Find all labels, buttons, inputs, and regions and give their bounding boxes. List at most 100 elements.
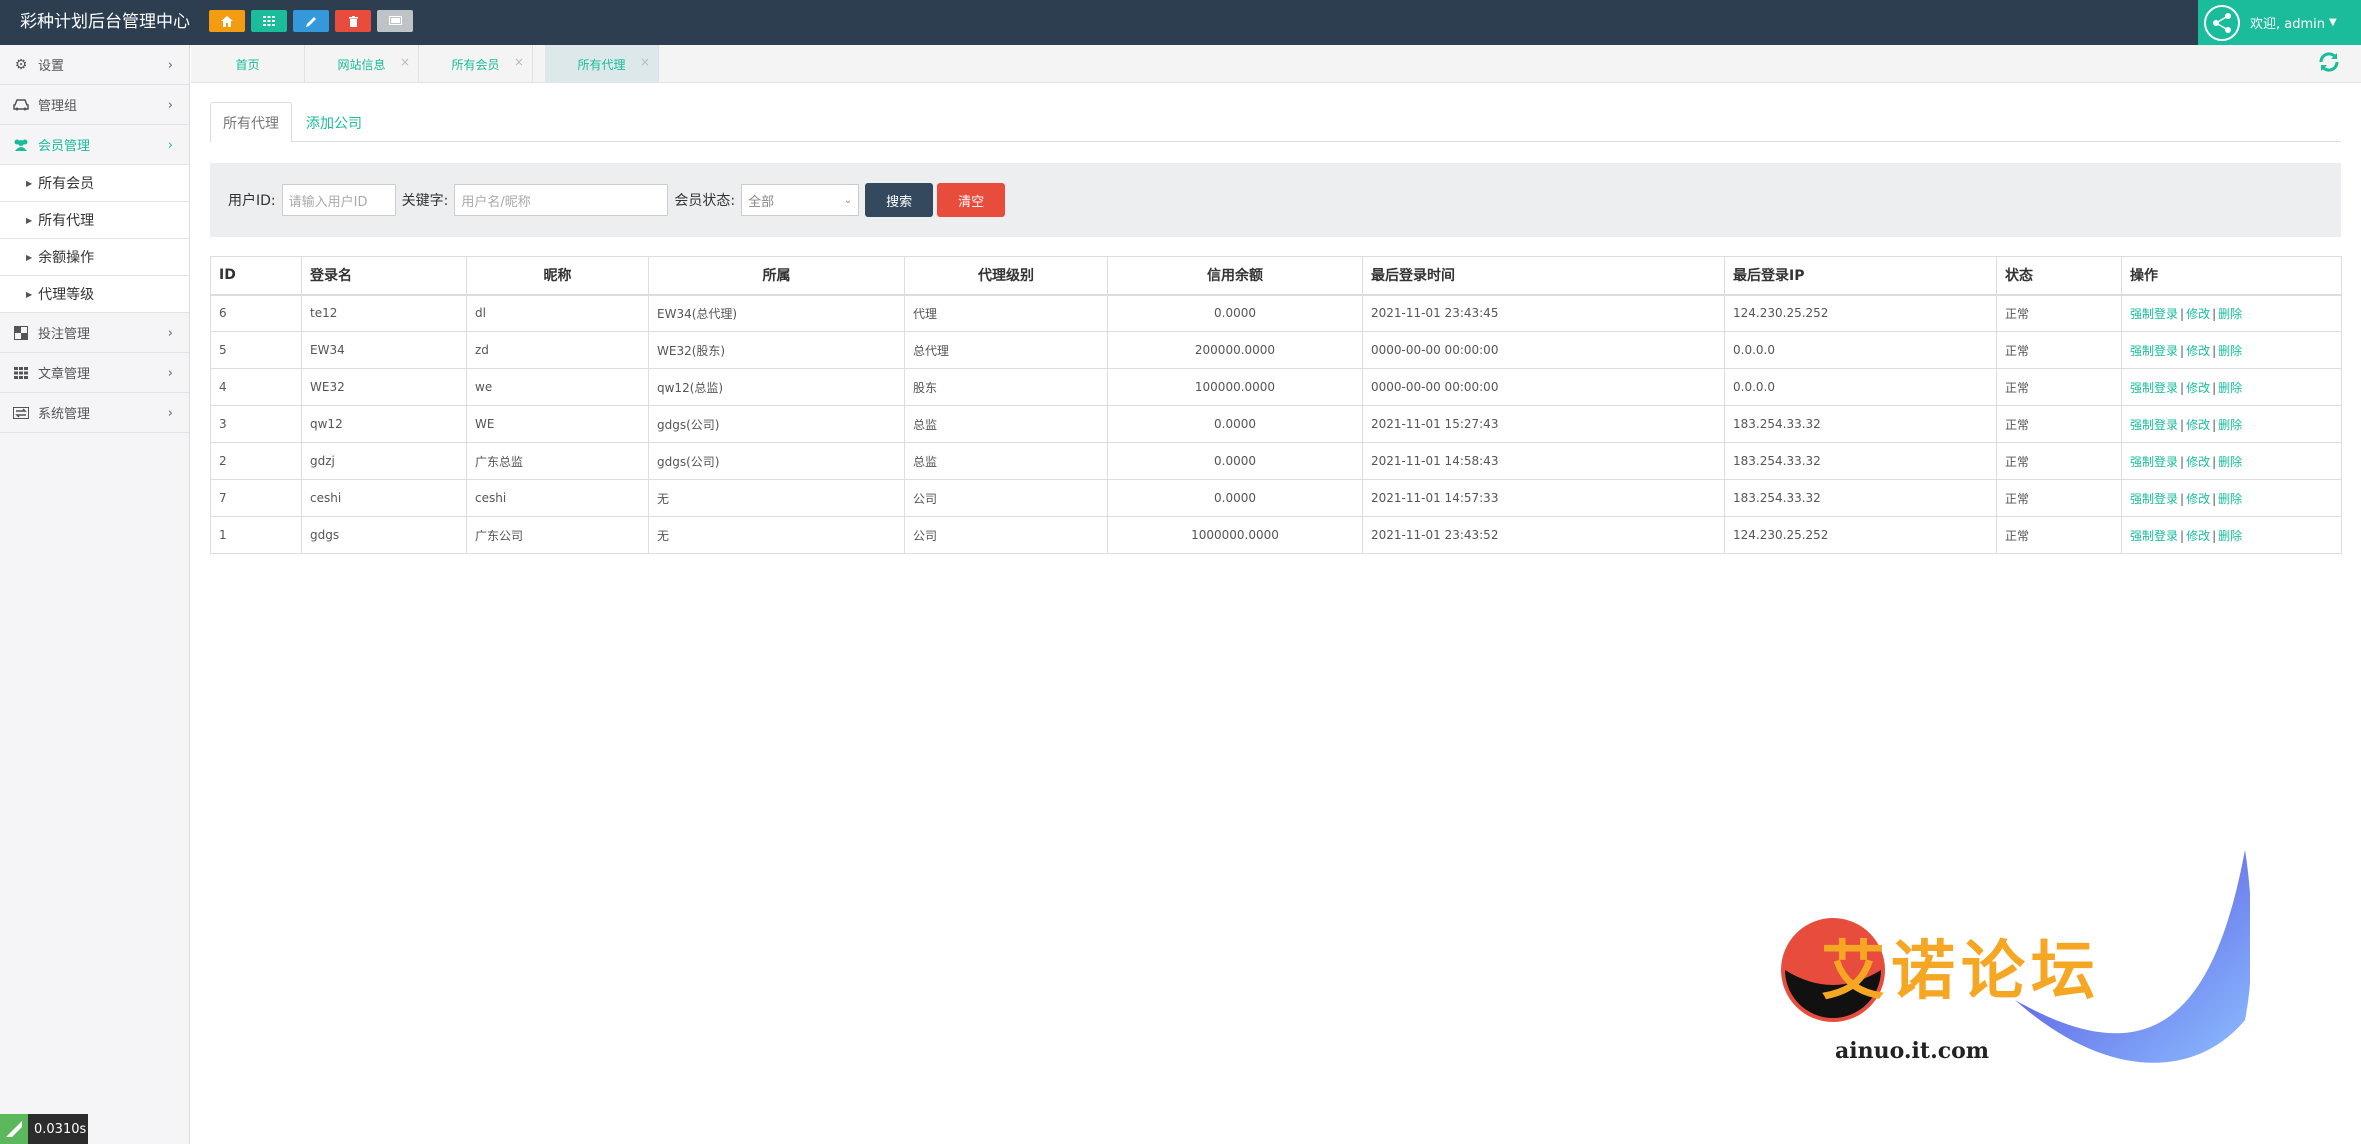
- edit-link[interactable]: 修改: [2186, 381, 2210, 395]
- delete-link[interactable]: 删除: [2218, 529, 2242, 543]
- column-header[interactable]: 所属: [648, 256, 905, 296]
- tab-site-info[interactable]: 网站信息 ×: [305, 45, 419, 83]
- user-id-label: 用户ID:: [228, 193, 276, 209]
- tab-all-members[interactable]: 所有会员 ×: [419, 45, 533, 83]
- cell-belong: gdgs(公司): [648, 442, 905, 480]
- cell-actions: 强制登录 | 修改 | 删除: [2121, 368, 2342, 406]
- force-login-link[interactable]: 强制登录: [2130, 529, 2178, 543]
- column-header[interactable]: 信用余额: [1107, 256, 1363, 296]
- edit-link[interactable]: 修改: [2186, 455, 2210, 469]
- main-content: 所有代理 添加公司 用户ID: 请输入用户ID 关键字: 用户名/昵称 会员状态…: [210, 102, 2342, 554]
- share-icon: [2204, 4, 2240, 41]
- force-login-link[interactable]: 强制登录: [2130, 418, 2178, 432]
- cell-actions: 强制登录 | 修改 | 删除: [2121, 442, 2342, 480]
- sidebar-item-settings[interactable]: ⚙ 设置 ›: [0, 45, 189, 85]
- sidebar-item-label: 系统管理: [38, 407, 91, 422]
- subtab-add-company[interactable]: 添加公司: [294, 102, 374, 143]
- sidebar-item-system-management[interactable]: 系统管理 ›: [0, 393, 189, 433]
- close-icon[interactable]: ×: [400, 55, 410, 69]
- user-id-input[interactable]: 请输入用户ID: [281, 184, 396, 216]
- status-select[interactable]: 全部 ⌄: [741, 184, 860, 216]
- column-header[interactable]: 代理级别: [904, 256, 1108, 296]
- tab-home[interactable]: 首页: [191, 45, 305, 83]
- gears-icon: ⚙: [14, 56, 28, 73]
- grid-button[interactable]: [251, 10, 287, 32]
- close-icon[interactable]: ×: [514, 55, 524, 69]
- cell-credit: 0.0000: [1107, 405, 1363, 443]
- search-button[interactable]: 搜索: [865, 183, 934, 217]
- refresh-icon[interactable]: [2317, 50, 2341, 80]
- cell-level: 总代理: [904, 331, 1108, 369]
- column-header[interactable]: 昵称: [466, 256, 649, 296]
- cell-status: 正常: [1996, 405, 2122, 443]
- delete-button[interactable]: [335, 10, 371, 32]
- sidebar: ⚙ 设置 › 管理组 › 会员管理 › ▶ 所有会员 ▶ 所有代理 ▶ 余额操作…: [0, 45, 190, 1144]
- column-header[interactable]: 状态: [1996, 256, 2122, 296]
- cell-last-login-ip: 183.254.33.32: [1724, 442, 1997, 480]
- sidebar-subitem-agent-levels[interactable]: ▶ 代理等级: [0, 276, 189, 313]
- cell-belong: 无: [648, 516, 905, 554]
- column-header[interactable]: ID: [210, 256, 302, 296]
- sidebar-item-admin-group[interactable]: 管理组 ›: [0, 85, 189, 125]
- close-icon[interactable]: ×: [640, 55, 650, 69]
- edit-link[interactable]: 修改: [2186, 344, 2210, 358]
- force-login-link[interactable]: 强制登录: [2130, 381, 2178, 395]
- force-login-link[interactable]: 强制登录: [2130, 344, 2178, 358]
- sidebar-item-article-management[interactable]: 文章管理 ›: [0, 353, 189, 393]
- watermark-text: 艾诺论坛: [1821, 935, 2101, 1009]
- delete-link[interactable]: 删除: [2218, 455, 2242, 469]
- cell-login: gdgs: [301, 516, 467, 554]
- column-header[interactable]: 最后登录IP: [1724, 256, 1997, 296]
- timer-value: 0.0310s: [34, 1121, 87, 1137]
- keyword-input[interactable]: 用户名/昵称: [454, 184, 669, 216]
- column-header[interactable]: 操作: [2121, 256, 2342, 296]
- force-login-link[interactable]: 强制登录: [2130, 455, 2178, 469]
- cell-last-login-time: 0000-00-00 00:00:00: [1362, 368, 1725, 406]
- home-button[interactable]: [209, 10, 245, 32]
- debug-timer[interactable]: 0.0310s: [0, 1114, 88, 1144]
- sidebar-subitem-all-members[interactable]: ▶ 所有会员: [0, 165, 189, 202]
- delete-link[interactable]: 删除: [2218, 492, 2242, 506]
- user-menu[interactable]: 欢迎, admin ▼: [2198, 0, 2361, 45]
- column-header[interactable]: 登录名: [301, 256, 467, 296]
- sidebar-subitem-all-agents[interactable]: ▶ 所有代理: [0, 202, 189, 239]
- cell-credit: 0.0000: [1107, 442, 1363, 480]
- edit-link[interactable]: 修改: [2186, 529, 2210, 543]
- caret-right-icon: ▶: [26, 289, 33, 299]
- grid-icon: [12, 366, 30, 380]
- sidebar-subitem-balance[interactable]: ▶ 余额操作: [0, 239, 189, 276]
- table-row: 3 qw12 WE gdgs(公司) 总监 0.0000 2021-11-01 …: [210, 405, 2342, 443]
- cell-last-login-time: 2021-11-01 23:43:45: [1362, 294, 1725, 332]
- action-separator: |: [2212, 306, 2217, 321]
- column-header[interactable]: 最后登录时间: [1362, 256, 1725, 296]
- cell-id: 5: [210, 331, 302, 369]
- sidebar-item-bet-management[interactable]: 投注管理 ›: [0, 313, 189, 353]
- sidebar-item-label: 文章管理: [38, 367, 91, 382]
- subtab-all-agents[interactable]: 所有代理: [210, 102, 292, 143]
- cell-login: WE32: [301, 368, 467, 406]
- tab-all-agents[interactable]: 所有代理 ×: [545, 45, 659, 83]
- force-login-link[interactable]: 强制登录: [2130, 492, 2178, 506]
- tab-label: 网站信息: [337, 57, 386, 72]
- quick-buttons: [209, 10, 413, 32]
- home-icon: [221, 15, 233, 27]
- sidebar-subitem-label: 所有代理: [38, 213, 95, 229]
- edit-button[interactable]: [293, 10, 329, 32]
- edit-link[interactable]: 修改: [2186, 492, 2210, 506]
- trash-icon: [348, 15, 358, 27]
- cell-last-login-ip: 0.0.0.0: [1724, 331, 1997, 369]
- edit-link[interactable]: 修改: [2186, 307, 2210, 321]
- sidebar-item-member-management[interactable]: 会员管理 ›: [0, 125, 189, 165]
- monitor-button[interactable]: [377, 10, 413, 32]
- delete-link[interactable]: 删除: [2218, 381, 2242, 395]
- delete-link[interactable]: 删除: [2218, 418, 2242, 432]
- force-login-link[interactable]: 强制登录: [2130, 307, 2178, 321]
- cell-last-login-ip: 0.0.0.0: [1724, 368, 1997, 406]
- table-row: 2 gdzj 广东总监 gdgs(公司) 总监 0.0000 2021-11-0…: [210, 442, 2342, 480]
- delete-link[interactable]: 删除: [2218, 307, 2242, 321]
- cell-last-login-ip: 183.254.33.32: [1724, 479, 1997, 517]
- clear-button[interactable]: 清空: [937, 183, 1006, 217]
- delete-link[interactable]: 删除: [2218, 344, 2242, 358]
- watermark-logo: 艾诺论坛 ainuo.it.com: [1775, 850, 2250, 1100]
- edit-link[interactable]: 修改: [2186, 418, 2210, 432]
